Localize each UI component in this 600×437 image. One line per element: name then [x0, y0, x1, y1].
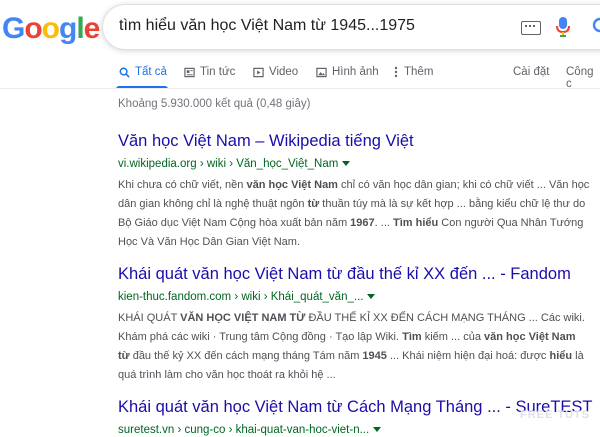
result-url-text: kien-thuc.fandom.com › wiki › Khái_quát_…	[118, 291, 364, 303]
tab-more[interactable]: Thêm	[393, 66, 433, 78]
chevron-down-icon[interactable]	[373, 427, 382, 433]
video-icon	[253, 67, 264, 77]
snippet-line: Khám phá các wiki · Trung tâm Cộng đồng …	[118, 331, 576, 343]
logo-letter: o	[24, 12, 42, 45]
watermark: FREE TUTS	[520, 409, 591, 421]
tab-images[interactable]: Hình ảnh	[316, 66, 379, 78]
result-url[interactable]: suretest.vn › cung-co › khai-quat-van-ho…	[118, 423, 600, 437]
result-stats: Khoảng 5.930.000 kết quả (0,48 giây)	[118, 98, 311, 110]
mic-icon[interactable]	[555, 16, 571, 38]
search-icon	[119, 67, 130, 78]
tab-label: Thêm	[404, 66, 434, 78]
result-snippet: KHÁI QUÁT VĂN HỌC VIỆT NAM TỪ ĐẦU THẾ KỈ…	[118, 309, 600, 385]
result-url-text: suretest.vn › cung-co › khai-quat-van-ho…	[118, 424, 370, 436]
result-snippet: Khi chưa có chữ viết, nền văn học Việt N…	[118, 176, 600, 252]
tab-all[interactable]: Tất cả	[119, 66, 167, 78]
snippet-line: KHÁI QUÁT VĂN HỌC VIỆT NAM TỪ ĐẦU THẾ KỈ…	[118, 312, 585, 324]
settings-link[interactable]: Cài đặt	[513, 66, 549, 78]
result-title-link[interactable]: Khái quát văn học Việt Nam từ đầu thế kỉ…	[118, 264, 600, 284]
search-icon[interactable]	[591, 16, 600, 38]
logo-letter: e	[83, 12, 101, 45]
chevron-down-icon[interactable]	[367, 294, 376, 300]
result-url-text: vi.wikipedia.org › wiki › Văn_học_Việt_N…	[118, 158, 339, 170]
result-url[interactable]: vi.wikipedia.org › wiki › Văn_học_Việt_N…	[118, 157, 600, 171]
tab-label: Tất cả	[135, 66, 167, 78]
chevron-down-icon[interactable]	[342, 161, 351, 167]
keyboard-icon[interactable]	[521, 21, 541, 35]
logo-letter: o	[41, 12, 60, 45]
news-icon	[184, 67, 195, 77]
logo-letter: l	[76, 12, 84, 45]
tab-label: Tin tức	[200, 66, 236, 78]
logo-letter: G	[2, 12, 25, 45]
search-result: Khái quát văn học Việt Nam từ đầu thế kỉ…	[118, 264, 600, 385]
logo-letter: g	[59, 12, 77, 45]
tab-video[interactable]: Video	[253, 66, 298, 78]
more-vert-icon	[394, 66, 398, 78]
tab-label: Video	[269, 66, 299, 78]
tools-link[interactable]: Công c	[566, 66, 600, 90]
tab-news[interactable]: Tin tức	[184, 66, 235, 78]
result-title-link[interactable]: Văn học Việt Nam – Wikipedia tiếng Việt	[118, 131, 600, 151]
image-icon	[316, 67, 327, 77]
snippet-line: từ đầu thế kỷ XX đến cách mạng tháng Tám…	[118, 350, 584, 362]
snippet-line: quá trình làm cho văn học thoát ra khỏi …	[118, 369, 336, 381]
tab-label: Hình ảnh	[332, 66, 379, 78]
search-result: Văn học Việt Nam – Wikipedia tiếng Việt …	[118, 131, 600, 252]
snippet-line: Khi chưa có chữ viết, nền văn học Việt N…	[118, 179, 590, 191]
search-box[interactable]: tìm hiểu văn học Việt Nam từ 1945...1975	[102, 4, 600, 50]
snippet-line: Học Và Văn Học Dân Gian Việt Nam.	[118, 236, 300, 248]
snippet-line: dân gian không chỉ là nghệ thuật ngôn từ…	[118, 198, 586, 210]
snippet-line: Bộ Giáo dục Việt Nam Cộng hòa xuất bản n…	[118, 217, 584, 229]
search-input[interactable]: tìm hiểu văn học Việt Nam từ 1945...1975	[119, 17, 415, 35]
tab-label: Cài đặt	[513, 66, 550, 78]
google-logo[interactable]: Google	[2, 12, 101, 46]
tab-label: Công c	[566, 66, 594, 90]
divider	[0, 88, 600, 89]
search-tabs: Tất cả Tin tức Video Hình ảnh Thêm Cài đ…	[0, 58, 600, 90]
result-url[interactable]: kien-thuc.fandom.com › wiki › Khái_quát_…	[118, 290, 600, 304]
